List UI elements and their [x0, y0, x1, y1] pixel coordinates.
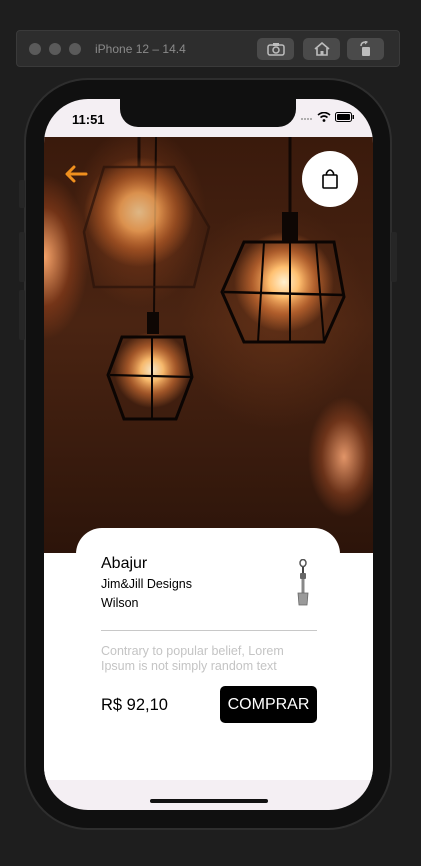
volume-up-button: [19, 232, 25, 282]
camera-icon: [266, 43, 285, 56]
divider: [101, 630, 317, 631]
window-minimize-dot[interactable]: [49, 43, 61, 55]
notch: [120, 99, 296, 127]
rotate-button[interactable]: [347, 38, 384, 60]
product-brand: Jim&Jill Designs: [101, 577, 192, 591]
signal-icon: [301, 118, 312, 120]
volume-down-button: [19, 290, 25, 340]
product-thumbnail: [296, 558, 310, 612]
mute-switch: [19, 180, 25, 208]
arrow-left-icon: [65, 165, 88, 183]
simulator-title: iPhone 12 – 14.4: [95, 42, 186, 56]
status-icons: [301, 112, 355, 122]
product-description: Contrary to popular belief, Lorem Ipsum …: [101, 644, 284, 673]
window-close-dot[interactable]: [29, 43, 41, 55]
rotate-icon: [359, 41, 370, 56]
home-button[interactable]: [303, 38, 340, 60]
battery-icon: [335, 112, 354, 122]
window-zoom-dot[interactable]: [69, 43, 81, 55]
screenshot-button[interactable]: [257, 38, 294, 60]
wifi-icon: [317, 112, 331, 122]
status-time: 11:51: [72, 112, 105, 127]
home-icon: [313, 42, 330, 56]
buy-button[interactable]: COMPRAR: [220, 686, 317, 723]
simulator-toolbar: iPhone 12 – 14.4: [16, 30, 400, 67]
power-button: [391, 232, 397, 282]
product-name: Abajur: [101, 555, 148, 572]
back-button[interactable]: [64, 165, 88, 188]
shopping-bag-icon: [322, 169, 338, 189]
product-price: R$ 92,10: [101, 696, 168, 714]
bag-button[interactable]: [302, 151, 358, 207]
home-indicator[interactable]: [150, 799, 268, 803]
phone-screen: 11:51 Abajur Jim&Jill Designs Wilson Con…: [44, 99, 373, 810]
product-author: Wilson: [101, 596, 139, 610]
